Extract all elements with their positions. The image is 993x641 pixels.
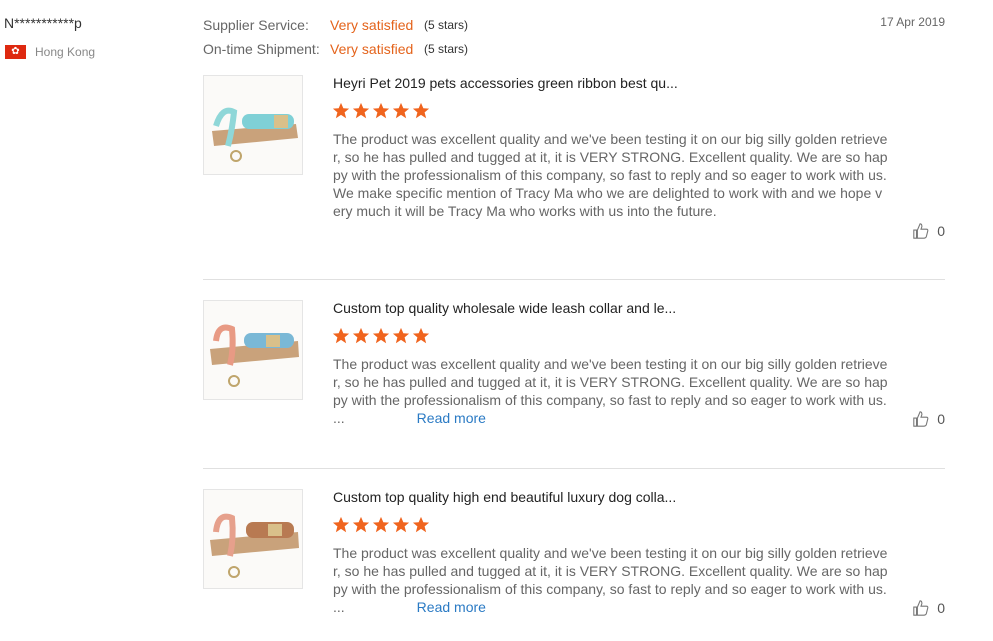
like-count: 0 bbox=[937, 223, 945, 239]
product-title[interactable]: Heyri Pet 2019 pets accessories green ri… bbox=[333, 75, 678, 91]
star-icon bbox=[332, 516, 350, 533]
supplier-service-rating: Supplier Service: Very satisfied (5 star… bbox=[203, 17, 468, 33]
product-rating-stars bbox=[332, 327, 430, 345]
star-icon bbox=[412, 516, 430, 533]
read-more-link[interactable]: Read more bbox=[417, 410, 486, 426]
product-title[interactable]: Custom top quality high end beautiful lu… bbox=[333, 489, 676, 505]
star-icon bbox=[412, 102, 430, 119]
like-count: 0 bbox=[937, 411, 945, 427]
product-rating-stars bbox=[332, 102, 430, 120]
on-time-shipment-rating: On-time Shipment: Very satisfied (5 star… bbox=[203, 41, 468, 57]
star-icon bbox=[332, 102, 350, 119]
rating-stars-text: (5 stars) bbox=[424, 42, 469, 56]
star-icon bbox=[352, 102, 370, 119]
star-icon bbox=[372, 327, 390, 344]
thumbs-up-icon bbox=[913, 223, 929, 239]
like-button[interactable]: 0 bbox=[912, 222, 945, 240]
product-review-card: Custom top quality wholesale wide leash … bbox=[203, 300, 945, 440]
hong-kong-flag-icon: ✿ bbox=[5, 45, 26, 59]
divider bbox=[203, 279, 945, 280]
star-icon bbox=[392, 516, 410, 533]
review-text: The product was excellent quality and we… bbox=[333, 131, 888, 219]
reviewer-location: ✿ Hong Kong bbox=[5, 44, 95, 60]
star-icon bbox=[372, 516, 390, 533]
star-icon bbox=[372, 102, 390, 119]
rating-value: Very satisfied bbox=[330, 17, 414, 33]
read-more-link[interactable]: Read more bbox=[417, 599, 486, 615]
star-icon bbox=[352, 327, 370, 344]
review-text: The product was excellent quality and we… bbox=[333, 355, 889, 427]
divider bbox=[203, 468, 945, 469]
review-date: 17 Apr 2019 bbox=[880, 15, 945, 29]
product-thumbnail[interactable] bbox=[203, 75, 303, 175]
star-icon bbox=[352, 516, 370, 533]
product-thumbnail[interactable] bbox=[203, 489, 303, 589]
country-name: Hong Kong bbox=[35, 45, 96, 59]
rating-label: On-time Shipment: bbox=[203, 41, 320, 57]
like-button[interactable]: 0 bbox=[912, 599, 945, 617]
star-icon bbox=[392, 102, 410, 119]
reviewer-name: N***********p bbox=[4, 15, 82, 31]
thumbs-up-icon bbox=[913, 600, 929, 616]
product-rating-stars bbox=[332, 516, 430, 534]
star-icon bbox=[332, 327, 350, 344]
star-icon bbox=[412, 327, 430, 344]
like-count: 0 bbox=[937, 600, 945, 616]
rating-label: Supplier Service: bbox=[203, 17, 309, 33]
star-icon bbox=[392, 327, 410, 344]
like-button[interactable]: 0 bbox=[912, 410, 945, 428]
product-thumbnail[interactable] bbox=[203, 300, 303, 400]
product-review-card: Heyri Pet 2019 pets accessories green ri… bbox=[203, 75, 945, 245]
rating-value: Very satisfied bbox=[330, 41, 414, 57]
product-title[interactable]: Custom top quality wholesale wide leash … bbox=[333, 300, 676, 316]
review-text: The product was excellent quality and we… bbox=[333, 544, 889, 616]
thumbs-up-icon bbox=[913, 411, 929, 427]
product-review-card: Custom top quality high end beautiful lu… bbox=[203, 489, 945, 629]
rating-stars-text: (5 stars) bbox=[424, 18, 469, 32]
